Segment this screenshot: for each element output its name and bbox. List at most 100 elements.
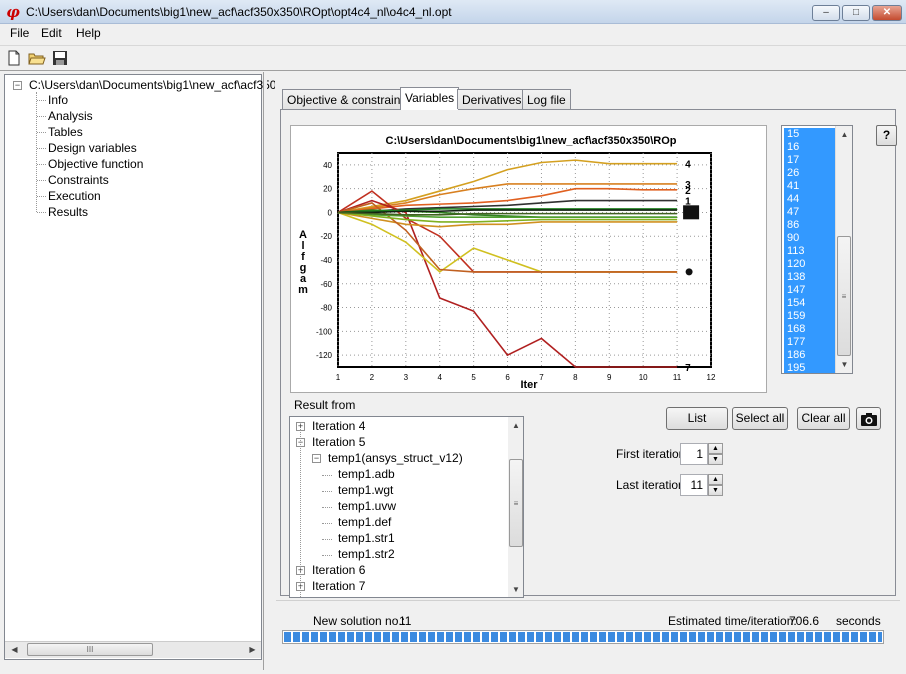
- scroll-left-arrow[interactable]: ◀: [6, 641, 23, 658]
- result-tree-item[interactable]: temp1.uvw: [338, 499, 396, 513]
- tree-connector: [37, 148, 46, 149]
- result-tree-item[interactable]: temp1.wgt: [338, 483, 393, 497]
- list-item[interactable]: 147: [784, 284, 836, 297]
- tree-expander[interactable]: −: [312, 454, 321, 463]
- list-button[interactable]: List: [666, 407, 728, 430]
- tree-collapse-toggle[interactable]: −: [13, 81, 22, 90]
- tab-derivatives[interactable]: Derivatives: [457, 89, 527, 109]
- list-item[interactable]: 16: [784, 141, 836, 154]
- tree-item-constraints[interactable]: Constraints: [48, 173, 109, 187]
- result-tree-item[interactable]: Iteration 7: [312, 579, 365, 593]
- list-item[interactable]: 90: [784, 232, 836, 245]
- tree-item-design-variables[interactable]: Design variables: [48, 141, 137, 155]
- list-item[interactable]: 120: [784, 258, 836, 271]
- list-item[interactable]: 168: [784, 323, 836, 336]
- list-scroll-thumb[interactable]: ≡: [837, 236, 851, 356]
- result-scrollbar[interactable]: ▲ ≡ ▼: [508, 417, 523, 597]
- y-tick-label: -100: [316, 327, 333, 336]
- menu-file[interactable]: File: [10, 26, 29, 40]
- list-item[interactable]: 113: [784, 245, 836, 258]
- last-iteration-field[interactable]: 11: [680, 474, 708, 496]
- clear-all-button[interactable]: Clear all: [797, 407, 850, 430]
- result-scroll-thumb[interactable]: ≡: [509, 459, 523, 547]
- result-tree-item[interactable]: temp1.adb: [338, 467, 395, 481]
- list-item[interactable]: 41: [784, 180, 836, 193]
- save-disk-icon[interactable]: [51, 49, 69, 67]
- list-item[interactable]: 47: [784, 206, 836, 219]
- tree-item-results[interactable]: Results: [48, 205, 88, 219]
- new-file-icon[interactable]: [5, 49, 23, 67]
- result-tree-item[interactable]: Iteration 4: [312, 419, 365, 433]
- panel-splitter[interactable]: [263, 72, 267, 670]
- x-tick-label: 3: [404, 373, 409, 382]
- minimize-button[interactable]: –: [812, 5, 840, 21]
- tree-item-tables[interactable]: Tables: [48, 125, 83, 139]
- scroll-thumb[interactable]: III: [27, 643, 153, 656]
- tree-root-path[interactable]: C:\Users\dan\Documents\big1\new_acf\acf3…: [29, 78, 275, 92]
- result-tree-item[interactable]: Iteration 5: [312, 435, 365, 449]
- window-title: C:\Users\dan\Documents\big1\new_acf\acf3…: [26, 5, 452, 19]
- first-iteration-field[interactable]: 1: [680, 443, 708, 465]
- variable-list[interactable]: 15 16 17 26 41 44 47 86 90 113 120 138 147 154 159 168 1…: [781, 125, 853, 374]
- tree-item-execution[interactable]: Execution: [48, 189, 101, 203]
- result-tree[interactable]: + Iteration 4− Iteration 5− temp1(ansys_str…: [289, 416, 524, 598]
- tree-connector: [322, 491, 332, 492]
- result-tree-item[interactable]: temp1.str2: [338, 547, 395, 561]
- tab-variables[interactable]: Variables: [400, 87, 460, 110]
- list-item[interactable]: 15: [784, 128, 836, 141]
- list-item[interactable]: 86: [784, 219, 836, 232]
- list-item[interactable]: 154: [784, 297, 836, 310]
- tree-item-analysis[interactable]: Analysis: [48, 109, 93, 123]
- y-tick-label: 0: [328, 208, 333, 217]
- tree-connector: [37, 164, 46, 165]
- scroll-up-arrow[interactable]: ▲: [836, 126, 852, 143]
- list-item[interactable]: 138: [784, 271, 836, 284]
- scroll-up-arrow[interactable]: ▲: [508, 417, 523, 434]
- scroll-right-arrow[interactable]: ▶: [244, 641, 261, 658]
- list-item[interactable]: 44: [784, 193, 836, 206]
- result-tree-item[interactable]: Iteration 6: [312, 563, 365, 577]
- tree-connector: [300, 429, 301, 597]
- close-button[interactable]: ✕: [872, 5, 902, 21]
- x-tick-label: 1: [336, 373, 341, 382]
- progress-bar: [282, 630, 884, 644]
- progress-fill: [284, 632, 882, 642]
- list-item[interactable]: 159: [784, 310, 836, 323]
- tree-item-info[interactable]: Info: [48, 93, 68, 107]
- x-tick-label: 8: [573, 373, 578, 382]
- list-scrollbar[interactable]: ▲ ≡ ▼: [835, 126, 852, 373]
- tree-connector: [37, 100, 46, 101]
- menu-help[interactable]: Help: [76, 26, 101, 40]
- first-iteration-down[interactable]: ▼: [708, 454, 723, 465]
- result-tree-item[interactable]: Iteration 8: [312, 595, 365, 597]
- result-tree-item[interactable]: temp1.str1: [338, 531, 395, 545]
- tab-objective-constraints[interactable]: Objective & constraints: [282, 89, 415, 109]
- camera-icon[interactable]: [856, 407, 881, 430]
- chart-title: C:\Users\dan\Documents\big1\new_acf\acf3…: [386, 135, 677, 147]
- result-tree-item[interactable]: temp1.def: [338, 515, 391, 529]
- list-item[interactable]: 26: [784, 167, 836, 180]
- list-item[interactable]: 177: [784, 336, 836, 349]
- help-button[interactable]: ?: [876, 125, 897, 146]
- last-iteration-down[interactable]: ▼: [708, 485, 723, 496]
- scroll-down-arrow[interactable]: ▼: [508, 581, 523, 597]
- new-solution-value: 11: [399, 614, 412, 628]
- x-tick-label: 2: [370, 373, 375, 382]
- x-tick-label: 7: [539, 373, 544, 382]
- tab-log-file[interactable]: Log file: [522, 89, 571, 109]
- tree-item-objective-function[interactable]: Objective function: [48, 157, 143, 171]
- chart-svg: C:\Users\dan\Documents\big1\new_acf\acf3…: [298, 135, 716, 391]
- first-iteration-up[interactable]: ▲: [708, 443, 723, 454]
- series-end-label: 7: [685, 363, 691, 374]
- list-item[interactable]: 17: [784, 154, 836, 167]
- list-item[interactable]: 195: [784, 362, 836, 373]
- open-folder-icon[interactable]: [28, 49, 46, 67]
- list-item[interactable]: 186: [784, 349, 836, 362]
- last-iteration-up[interactable]: ▲: [708, 474, 723, 485]
- maximize-button[interactable]: □: [842, 5, 870, 21]
- result-tree-item[interactable]: temp1(ansys_struct_v12): [328, 451, 463, 465]
- tree-connector: [37, 132, 46, 133]
- menu-edit[interactable]: Edit: [41, 26, 62, 40]
- scroll-down-arrow[interactable]: ▼: [836, 356, 852, 373]
- select-all-button[interactable]: Select all: [732, 407, 788, 430]
